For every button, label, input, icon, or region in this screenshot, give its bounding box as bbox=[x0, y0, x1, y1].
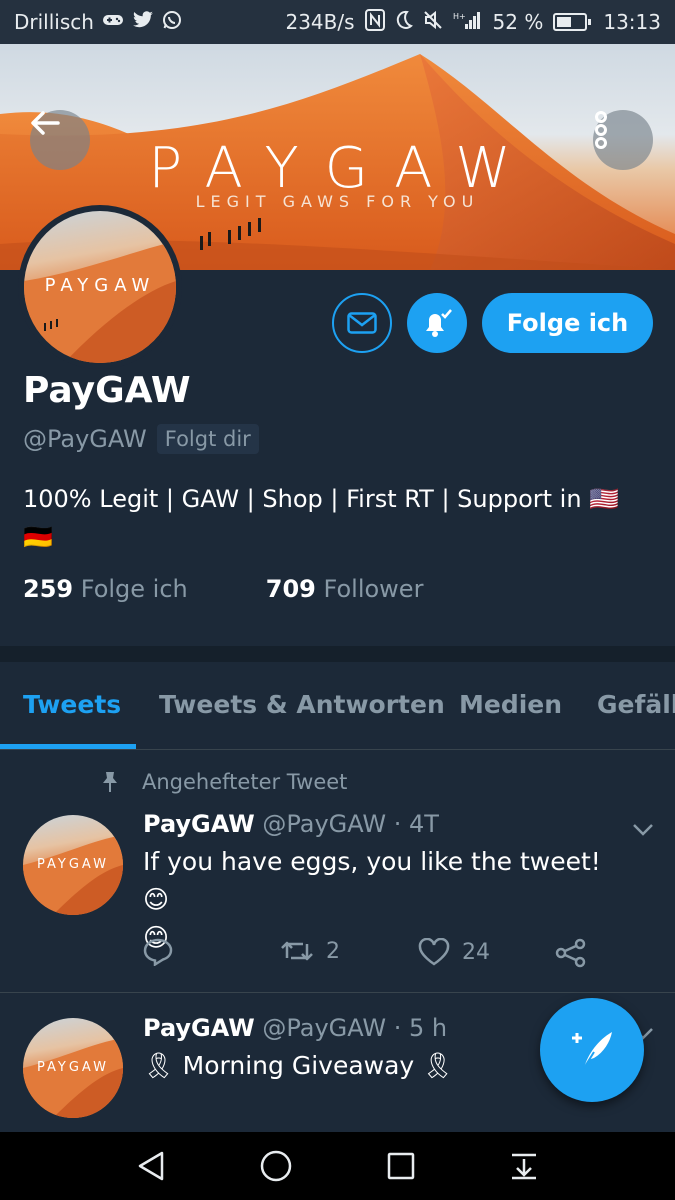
message-button[interactable] bbox=[332, 293, 392, 353]
share-button[interactable] bbox=[555, 938, 587, 968]
system-navigation-bar bbox=[0, 1132, 675, 1200]
tab-media[interactable]: Medien bbox=[459, 690, 562, 719]
retweet-button[interactable]: 2 bbox=[280, 938, 340, 964]
notifications-button[interactable] bbox=[407, 293, 467, 353]
retweet-icon bbox=[281, 941, 313, 961]
clock: 13:13 bbox=[603, 10, 661, 34]
mute-icon bbox=[423, 10, 443, 35]
nfc-icon bbox=[364, 8, 385, 36]
tweet-header: PayGAW @PayGAW · 4T bbox=[143, 810, 439, 838]
more-options-button[interactable] bbox=[593, 110, 653, 170]
profile-handle: @PayGAW bbox=[23, 425, 147, 453]
pin-icon bbox=[103, 772, 117, 792]
nav-recents-button[interactable] bbox=[386, 1151, 416, 1181]
follows-you-badge: Folgt dir bbox=[156, 424, 259, 454]
profile-name: PayGAW bbox=[23, 370, 191, 411]
pull-down-icon bbox=[511, 1153, 536, 1180]
followers-count: 709 bbox=[265, 575, 316, 603]
tweet-text-line: If you have eggs, you like the tweet!😊 bbox=[143, 847, 601, 914]
avatar-logo-text: PAYGAW bbox=[37, 1060, 109, 1075]
network-speed: 234B/s bbox=[285, 10, 355, 34]
tweet-separator bbox=[0, 992, 675, 993]
compose-tweet-button[interactable] bbox=[540, 998, 644, 1102]
square-recents-icon bbox=[387, 1152, 415, 1180]
avatar-logo-text: PAYGAW bbox=[44, 275, 156, 296]
tweet-actions: 2 24 bbox=[143, 938, 603, 974]
signal-icon: H+ bbox=[453, 10, 483, 35]
svg-text:H+: H+ bbox=[453, 12, 466, 21]
tab-tweets[interactable]: Tweets bbox=[23, 690, 121, 719]
share-icon bbox=[555, 938, 586, 968]
pinned-indicator: Angehefteter Tweet bbox=[100, 770, 347, 794]
tweet-avatar[interactable]: PAYGAW bbox=[23, 815, 123, 915]
arrow-left-icon bbox=[31, 111, 60, 135]
section-divider bbox=[0, 646, 675, 662]
circle-home-icon bbox=[260, 1150, 292, 1182]
tab-likes[interactable]: Gefällt bbox=[597, 690, 675, 719]
battery-percent: 52 % bbox=[492, 10, 544, 34]
battery-icon bbox=[553, 13, 592, 31]
gamepad-icon bbox=[102, 12, 124, 33]
profile-avatar[interactable]: PAYGAW bbox=[18, 205, 182, 369]
carrier-label: Drillisch bbox=[14, 10, 94, 34]
bio-line: 🇩🇪 bbox=[23, 523, 53, 551]
profile-tabs: Tweets Tweets & Antworten Medien Gefällt bbox=[0, 662, 675, 750]
following-count-link[interactable]: 259 Folge ich bbox=[23, 575, 188, 603]
follow-button[interactable]: Folge ich bbox=[482, 293, 653, 353]
heart-icon bbox=[418, 938, 450, 966]
nav-home-button[interactable] bbox=[259, 1149, 293, 1183]
tab-tweets-and-replies[interactable]: Tweets & Antworten bbox=[159, 690, 445, 719]
like-button[interactable]: 24 bbox=[418, 938, 490, 966]
chevron-down-icon[interactable] bbox=[632, 823, 654, 837]
tweet-time: · 5 h bbox=[393, 1014, 448, 1042]
following-count: 259 bbox=[23, 575, 74, 603]
tweet-avatar[interactable]: PAYGAW bbox=[23, 1018, 123, 1118]
profile-bio: 100% Legit | GAW | Shop | First RT | Sup… bbox=[23, 480, 653, 556]
like-count: 24 bbox=[462, 939, 490, 965]
bell-check-icon bbox=[426, 309, 452, 337]
tweet-author[interactable]: PayGAW bbox=[143, 1014, 255, 1042]
reply-icon bbox=[143, 938, 173, 966]
retweet-count: 2 bbox=[326, 938, 340, 964]
followers-label: Follower bbox=[323, 575, 424, 603]
reply-button[interactable] bbox=[143, 938, 173, 966]
tweet-header: PayGAW @PayGAW · 5 h bbox=[143, 1014, 447, 1042]
envelope-icon bbox=[347, 312, 377, 334]
active-tab-indicator bbox=[0, 744, 136, 749]
avatar-logo-text: PAYGAW bbox=[37, 857, 109, 872]
bio-line: 100% Legit | GAW | Shop | First RT | Sup… bbox=[23, 485, 620, 513]
tweet-author[interactable]: PayGAW bbox=[143, 810, 255, 838]
compose-feather-icon bbox=[572, 1032, 612, 1069]
pinned-label: Angehefteter Tweet bbox=[142, 770, 348, 794]
nav-back-button[interactable] bbox=[136, 1150, 166, 1182]
whatsapp-icon bbox=[162, 10, 182, 35]
moon-icon bbox=[395, 10, 413, 35]
nav-notifications-button[interactable] bbox=[509, 1151, 539, 1181]
tweet-time: · 4T bbox=[393, 810, 439, 838]
status-bar: Drillisch 234B/s H+ 52 % 13:13 bbox=[0, 0, 675, 44]
followers-count-link[interactable]: 709 Follower bbox=[266, 575, 424, 603]
tweet-handle: @PayGAW bbox=[262, 810, 387, 838]
back-button[interactable] bbox=[30, 110, 90, 170]
following-label: Folge ich bbox=[80, 575, 188, 603]
tweet-handle: @PayGAW bbox=[262, 1014, 387, 1042]
twitter-bird-icon bbox=[132, 10, 154, 34]
triangle-back-icon bbox=[139, 1151, 164, 1181]
more-vertical-icon bbox=[595, 111, 607, 149]
